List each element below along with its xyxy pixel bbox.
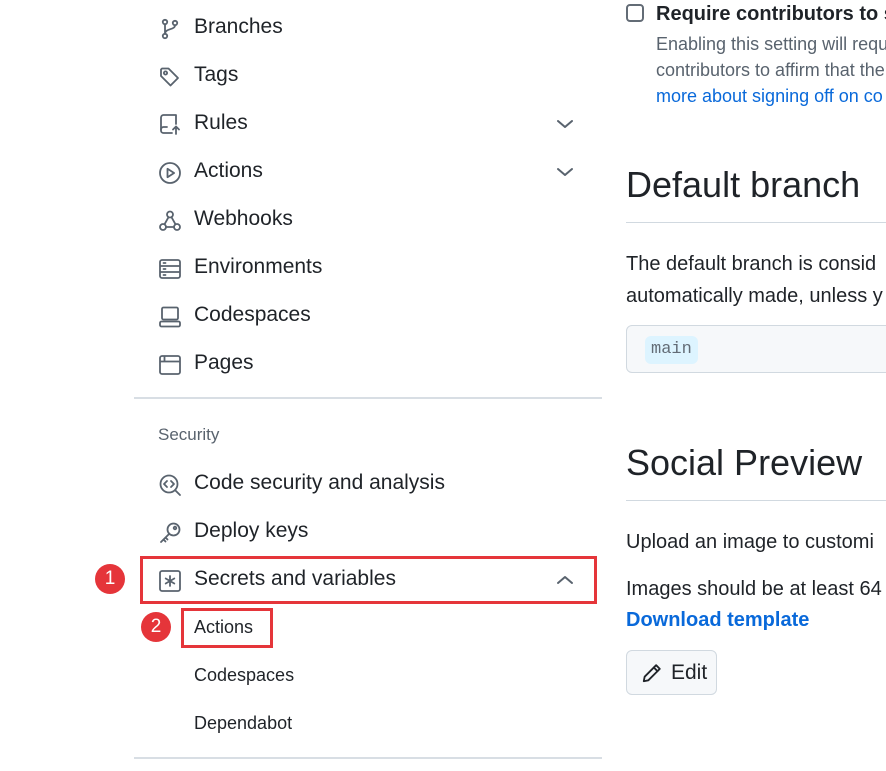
sidebar-item-label: Environments xyxy=(194,255,323,278)
secrets-subitem-codespaces[interactable]: Codespaces xyxy=(194,660,294,690)
sidebar-section-heading: Security xyxy=(158,425,220,444)
sidebar-item-deploy-keys[interactable]: Deploy keys xyxy=(134,511,602,551)
default-branch-name[interactable]: main xyxy=(645,336,698,364)
sidebar-item-pages[interactable]: Pages xyxy=(134,343,602,383)
checkbox-note: Enabling this setting will requ xyxy=(656,34,886,54)
highlight-box-actions xyxy=(181,608,273,648)
secrets-subitem-dependabot[interactable]: Dependabot xyxy=(194,708,292,738)
step-badge-2: 2 xyxy=(141,612,171,642)
sidebar-item-label: Webhooks xyxy=(194,207,293,230)
step-badge-1: 1 xyxy=(95,564,125,594)
sidebar-item-label: Code security and analysis xyxy=(194,471,445,494)
webhook-icon xyxy=(158,209,182,233)
require-signoff-checkbox[interactable] xyxy=(626,4,644,22)
social-preview-description: Upload an image to customi xyxy=(626,531,874,553)
key-icon xyxy=(158,521,182,545)
social-preview-size-note: Images should be at least 64 xyxy=(626,578,882,600)
sidebar-item-label: Tags xyxy=(194,63,239,86)
pencil-icon xyxy=(642,664,661,683)
highlight-box-secrets xyxy=(140,556,597,604)
chevron-down-icon[interactable] xyxy=(554,115,576,133)
settings-main: Require contributors to s Enabling this … xyxy=(626,0,886,771)
sidebar-item-code-security[interactable]: Code security and analysis xyxy=(134,463,602,503)
sidebar-item-environments[interactable]: Environments xyxy=(134,247,602,287)
play-icon xyxy=(158,161,182,185)
sidebar-item-label: Deploy keys xyxy=(194,519,309,542)
default-branch-description: The default branch is consid xyxy=(626,253,877,275)
repo-push-icon xyxy=(158,113,182,137)
require-signoff-label[interactable]: Require contributors to s xyxy=(656,2,886,26)
tag-icon xyxy=(158,65,182,89)
sidebar-item-branches[interactable]: Branches xyxy=(134,7,602,47)
sidebar-item-actions[interactable]: Actions xyxy=(134,151,602,191)
codespaces-icon xyxy=(158,305,182,329)
settings-sidebar: Branches Tags Rules Actions Webhooks Env… xyxy=(134,0,602,771)
edit-button[interactable]: Edit xyxy=(626,650,717,695)
sidebar-item-label: Actions xyxy=(194,159,263,182)
heading-divider xyxy=(626,222,886,223)
heading-divider xyxy=(626,500,886,501)
git-branch-icon xyxy=(158,17,182,41)
browser-icon xyxy=(158,353,182,377)
default-branch-box: main xyxy=(626,325,886,373)
edit-button-label: Edit xyxy=(671,661,708,684)
sidebar-item-label: Rules xyxy=(194,111,248,134)
chevron-down-icon[interactable] xyxy=(554,163,576,181)
sidebar-divider xyxy=(134,757,602,759)
sidebar-item-rules[interactable]: Rules xyxy=(134,103,602,143)
sidebar-item-label: Codespaces xyxy=(194,303,311,326)
server-icon xyxy=(158,257,182,281)
sidebar-item-label: Branches xyxy=(194,15,283,38)
codescan-icon xyxy=(158,473,182,497)
download-template-link[interactable]: Download template xyxy=(626,606,809,634)
default-branch-heading: Default branch xyxy=(626,164,861,205)
sidebar-divider xyxy=(134,397,602,399)
sidebar-item-label: Pages xyxy=(194,351,254,374)
sidebar-item-webhooks[interactable]: Webhooks xyxy=(134,199,602,239)
default-branch-description: automatically made, unless y xyxy=(626,285,883,307)
sidebar-item-tags[interactable]: Tags xyxy=(134,55,602,95)
checkbox-note: contributors to affirm that the xyxy=(656,60,885,80)
social-preview-heading: Social Preview xyxy=(626,442,863,483)
signoff-learn-more-link[interactable]: more about signing off on co xyxy=(656,84,883,108)
sidebar-item-codespaces[interactable]: Codespaces xyxy=(134,295,602,335)
